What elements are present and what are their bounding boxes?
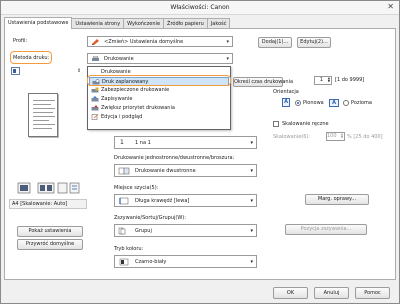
close-icon[interactable]: ✕ [387, 3, 394, 11]
page-layout-select[interactable]: 1 1 na 1 ▾ [114, 136, 257, 149]
preview-toggle-icon[interactable]: ⇕ [77, 68, 81, 74]
collate-value: Grupuj [135, 228, 152, 234]
help-button[interactable]: Pomoc [355, 287, 390, 299]
manual-scaling-checkbox[interactable] [273, 121, 279, 127]
chevron-down-icon: ▾ [226, 39, 229, 45]
portrait-icon: A [282, 98, 290, 107]
manual-scaling-label: Skalowanie ręczne [282, 121, 329, 127]
preview-page [28, 93, 58, 137]
specify-print-time-button[interactable]: Określ czas drukowania [233, 77, 293, 87]
copies-range: [1 do 9999] [335, 77, 365, 83]
show-settings-button[interactable]: Pokaż ustawienia [17, 226, 83, 237]
scaling-label: Skalowanie(6): [273, 134, 311, 140]
output-method-label: Metoda druku: [13, 55, 50, 61]
duplex-label: Drukowanie jednostronne/dwustronne/brosz… [114, 155, 235, 161]
printer-properties-window: Właściwości: Canon ✕ Ustawienia podstawo… [0, 0, 400, 304]
copies-value: 1 [319, 77, 323, 83]
cancel-button[interactable]: Anuluj [314, 287, 349, 299]
copies-spinner[interactable]: 1 ▲ ▼ [314, 76, 332, 85]
black-white-icon [119, 258, 129, 266]
landscape-label: Pozioma [351, 100, 372, 106]
chevron-down-icon: ▾ [250, 259, 253, 265]
color-mode-label: Tryb koloru: [114, 246, 144, 252]
preview-status: A4 [Skalowanie: Auto] [9, 199, 87, 209]
scheduled-print-highlight [87, 75, 231, 86]
portrait-label: Pionowa [303, 100, 324, 106]
landscape-icon: A [329, 99, 339, 107]
scaling-spinner[interactable]: 100 ▲ ▼ [326, 132, 345, 141]
color-mode-select[interactable]: Czarno-biały ▾ [114, 255, 257, 268]
duplex-icon [118, 167, 130, 175]
binding-select[interactable]: Długa krawędź [lewa] ▾ [114, 194, 257, 207]
option-secured-print[interactable]: Zabezpieczone drukowanie [89, 86, 229, 95]
spinner-arrows-icon[interactable]: ▲ ▼ [328, 77, 330, 83]
edit-profile-button[interactable]: Edytuj(2)... [297, 37, 331, 48]
tab-basic-settings[interactable]: Ustawienia podstawowe [4, 17, 73, 29]
duplex-select[interactable]: Drukowanie dwustronne ▾ [114, 164, 257, 177]
chevron-down-icon: ▾ [250, 228, 253, 234]
binding-label: Miejsce szycia(5): [114, 185, 159, 191]
profile-value: <Zmień> Ustawienia domyślne [104, 39, 184, 45]
window-title: Właściwości: Canon [170, 4, 230, 11]
staple-position-button[interactable]: Pozycja zszywania... [285, 224, 367, 235]
option-priority-print-label: Zwiększ priorytet drukowania [101, 105, 175, 111]
edit-preview-icon [91, 114, 99, 120]
orientation-label: Orientacja [273, 89, 299, 95]
scaling-range: % [25 do 400] [347, 134, 383, 140]
option-store-label: Zapisywanie [101, 96, 133, 102]
duplex-value: Drukowanie dwustronne [135, 168, 196, 174]
page-layout-num: 1 [120, 139, 124, 146]
page-layout-value: 1 na 1 [135, 140, 151, 146]
profile-select[interactable]: <Zmień> Ustawienia domyślne ▾ [87, 36, 233, 47]
store-printer-icon [91, 96, 99, 102]
group-icon [118, 227, 126, 235]
restore-defaults-button[interactable]: Przywróć domyślne [17, 239, 83, 250]
option-edit-preview[interactable]: Edycja i podgląd [89, 113, 229, 122]
option-priority-print[interactable]: Zwiększ priorytet drukowania [89, 104, 229, 113]
binding-edge-icon [119, 197, 129, 205]
finishing-icons [17, 182, 80, 194]
priority-printer-icon [91, 105, 99, 111]
option-store[interactable]: Zapisywanie [89, 95, 229, 104]
chevron-down-icon: ▾ [250, 168, 253, 174]
landscape-radio[interactable] [343, 100, 349, 106]
chevron-down-icon: ▾ [226, 56, 229, 62]
lock-printer-icon [91, 87, 99, 93]
color-mode-value: Czarno-biały [135, 259, 167, 265]
gutter-button[interactable]: Marg. oprawy... [305, 194, 369, 205]
preview-mode-icon[interactable] [11, 67, 20, 75]
printer-icon [92, 56, 99, 61]
scaling-value: 100 [327, 133, 337, 139]
chevron-down-icon: ▾ [250, 140, 253, 146]
pencil-icon [92, 39, 99, 45]
chevron-down-icon: ▾ [250, 198, 253, 204]
portrait-radio[interactable] [295, 100, 301, 106]
option-secured-print-label: Zabezpieczone drukowanie [101, 87, 170, 93]
collate-label: Zszywanie/Sortuj/Grupuj(W): [114, 215, 186, 221]
spinner-arrows-icon[interactable]: ▲ ▼ [341, 133, 343, 139]
output-method-value: Drukowanie [104, 56, 134, 62]
ok-button[interactable]: OK [273, 287, 308, 299]
option-edit-preview-label: Edycja i podgląd [101, 114, 143, 120]
collate-select[interactable]: Grupuj ▾ [114, 224, 257, 237]
title-bar: Właściwości: Canon ✕ [1, 1, 399, 15]
output-method-select[interactable]: Drukowanie ▾ [87, 53, 233, 64]
binding-value: Długa krawędź [lewa] [135, 198, 190, 204]
add-profile-button[interactable]: Dodaj(1)... [258, 37, 292, 48]
profile-label: Profil: [13, 38, 28, 44]
